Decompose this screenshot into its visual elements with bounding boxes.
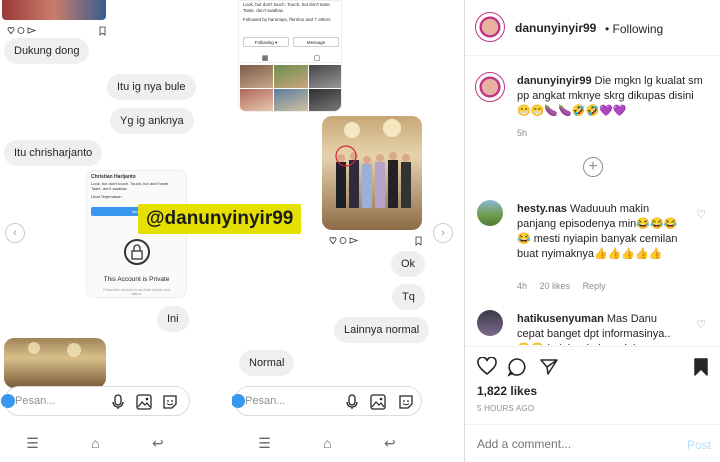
like-comment-icon[interactable]: ♡ — [696, 318, 706, 331]
menu-icon[interactable]: ☰ — [258, 435, 271, 452]
post-header: danunyinyir99 • Following — [465, 0, 720, 56]
message-bubble: Yg ig anknya — [110, 108, 194, 134]
sticker-icon[interactable] — [161, 393, 179, 411]
message-bubble: Itu chrisharjanto — [4, 140, 103, 166]
camera-button[interactable] — [232, 394, 245, 408]
grid-photo[interactable] — [240, 88, 274, 111]
avatar[interactable] — [475, 12, 505, 42]
comment-icon[interactable] — [507, 357, 527, 382]
grid-photo[interactable] — [308, 88, 341, 111]
message-bubble: Itu ig nya bule — [107, 74, 196, 100]
tagged-icon[interactable]: ▢ — [314, 54, 321, 62]
profile-snippet-bio: Look, but don't touch. Touch, but don't … — [243, 2, 331, 13]
shared-group-photo[interactable] — [322, 116, 422, 230]
message-input[interactable]: Pesan... — [232, 386, 422, 416]
comment-username[interactable]: hesty.nas — [517, 203, 567, 215]
grid-icon[interactable]: ▦ — [262, 54, 269, 62]
message-input[interactable]: Pesan... — [1, 386, 190, 416]
carousel-next-button[interactable]: › — [433, 223, 453, 243]
photo-actions-row — [328, 233, 422, 246]
microphone-icon[interactable] — [343, 393, 361, 411]
private-account-title: This Account is Private — [103, 276, 170, 283]
message-bubble: Tq — [392, 284, 425, 310]
shared-photo-bottom[interactable] — [4, 338, 106, 388]
heart-comment-share-icons — [7, 26, 106, 36]
post-detail-pane: danunyinyir99 • Following danunyinyir99 … — [464, 0, 720, 462]
profile-card-name: Christian Harijanto — [91, 174, 136, 180]
message-bubble: Normal — [239, 350, 295, 376]
grid-photo[interactable] — [274, 65, 308, 88]
caption-username[interactable]: danunyinyir99 — [517, 75, 592, 87]
add-comment-bar: Post — [465, 424, 720, 462]
load-more-comments-button[interactable]: + — [583, 157, 603, 177]
profile-card-translate: Lihat Terjemahan — [91, 194, 122, 199]
post-comment-button[interactable]: Post — [687, 438, 711, 452]
profile-grid — [240, 65, 341, 111]
comment: hesty.nas Waduuuh makin panjang episoden… — [517, 202, 680, 262]
profile-following-button[interactable]: Following ▾ — [243, 37, 289, 47]
message-bubble: Ini — [157, 306, 189, 332]
post-caption: danunyinyir99 Die mgkn lg kualat sm pp a… — [517, 74, 710, 119]
comment-reply-button[interactable]: Reply — [583, 281, 606, 291]
photo-actions-row — [6, 23, 106, 36]
plus-icon: + — [588, 158, 598, 175]
profile-snippet-followed-by: Followed by harumips, ffernloo and 7 oth… — [243, 17, 331, 22]
back-icon[interactable]: ↩ — [152, 435, 164, 452]
grid-photo[interactable] — [274, 88, 308, 111]
avatar[interactable] — [475, 72, 505, 102]
shared-profile-card[interactable]: Christian Harijanto Look, but don't touc… — [86, 170, 187, 298]
like-icon[interactable] — [477, 356, 497, 380]
camera-button[interactable] — [1, 394, 15, 408]
home-icon[interactable]: ⌂ — [91, 435, 99, 451]
shared-photo-top[interactable] — [2, 0, 106, 20]
system-nav-bar: ☰ ⌂ ↩ — [232, 428, 422, 458]
menu-icon[interactable]: ☰ — [26, 435, 39, 452]
comment-time: 4h — [517, 281, 528, 291]
post-likes-count[interactable]: 1,822 likes — [477, 384, 537, 398]
like-comment-icon[interactable]: ♡ — [696, 208, 706, 221]
grid-photo[interactable] — [308, 65, 341, 88]
home-icon[interactable]: ⌂ — [323, 435, 331, 451]
microphone-icon[interactable] — [109, 393, 127, 411]
gallery-icon[interactable] — [369, 393, 387, 411]
message-bubble: Dukung dong — [4, 38, 90, 64]
comment-likes[interactable]: 20 likes — [540, 281, 571, 291]
shared-profile-snippet[interactable]: Look, but don't touch. Touch, but don't … — [238, 0, 342, 112]
post-header-following[interactable]: • Following — [605, 22, 663, 36]
avatar[interactable] — [477, 310, 503, 336]
message-input-placeholder: Pesan... — [15, 395, 56, 407]
private-account-subtitle: Follow this account to see their photos … — [103, 288, 170, 296]
avatar[interactable] — [477, 200, 503, 226]
back-icon[interactable]: ↩ — [384, 435, 396, 452]
post-timestamp: 5 HOURS AGO — [477, 404, 535, 413]
chevron-left-icon: ‹ — [13, 227, 17, 239]
profile-card-bio: Look, but don't touch. Touch, but don't … — [91, 181, 170, 191]
save-icon[interactable] — [693, 357, 709, 382]
sticker-icon[interactable] — [397, 393, 415, 411]
profile-tabs: ▦ ▢ — [239, 53, 341, 63]
watermark-label: @danunyinyir99 — [138, 204, 302, 234]
message-bubble: Ok — [391, 251, 426, 277]
grid-photo[interactable] — [240, 65, 274, 88]
message-input-placeholder: Pesan... — [245, 395, 286, 407]
system-nav-bar: ☰ ⌂ ↩ — [0, 428, 190, 458]
post-actions — [465, 346, 720, 386]
add-comment-input[interactable] — [477, 435, 657, 453]
heart-comment-share-icons — [329, 236, 422, 246]
profile-message-button[interactable]: Message — [293, 37, 339, 47]
gallery-icon[interactable] — [135, 393, 153, 411]
chevron-right-icon: › — [441, 227, 445, 239]
lock-icon — [124, 239, 150, 265]
caption-time: 5h — [517, 128, 528, 138]
comment-meta: 4h 20 likes Reply — [517, 281, 606, 291]
post-header-username[interactable]: danunyinyir99 — [515, 21, 596, 35]
comment-username[interactable]: hatikusenyuman — [517, 313, 604, 325]
carousel-prev-button[interactable]: ‹ — [5, 223, 25, 243]
comment-clip: hatikusenyuman Mas Danu cepat banget dpt… — [517, 312, 680, 345]
message-bubble: Lainnya normal — [334, 317, 430, 343]
share-icon[interactable] — [539, 357, 559, 382]
